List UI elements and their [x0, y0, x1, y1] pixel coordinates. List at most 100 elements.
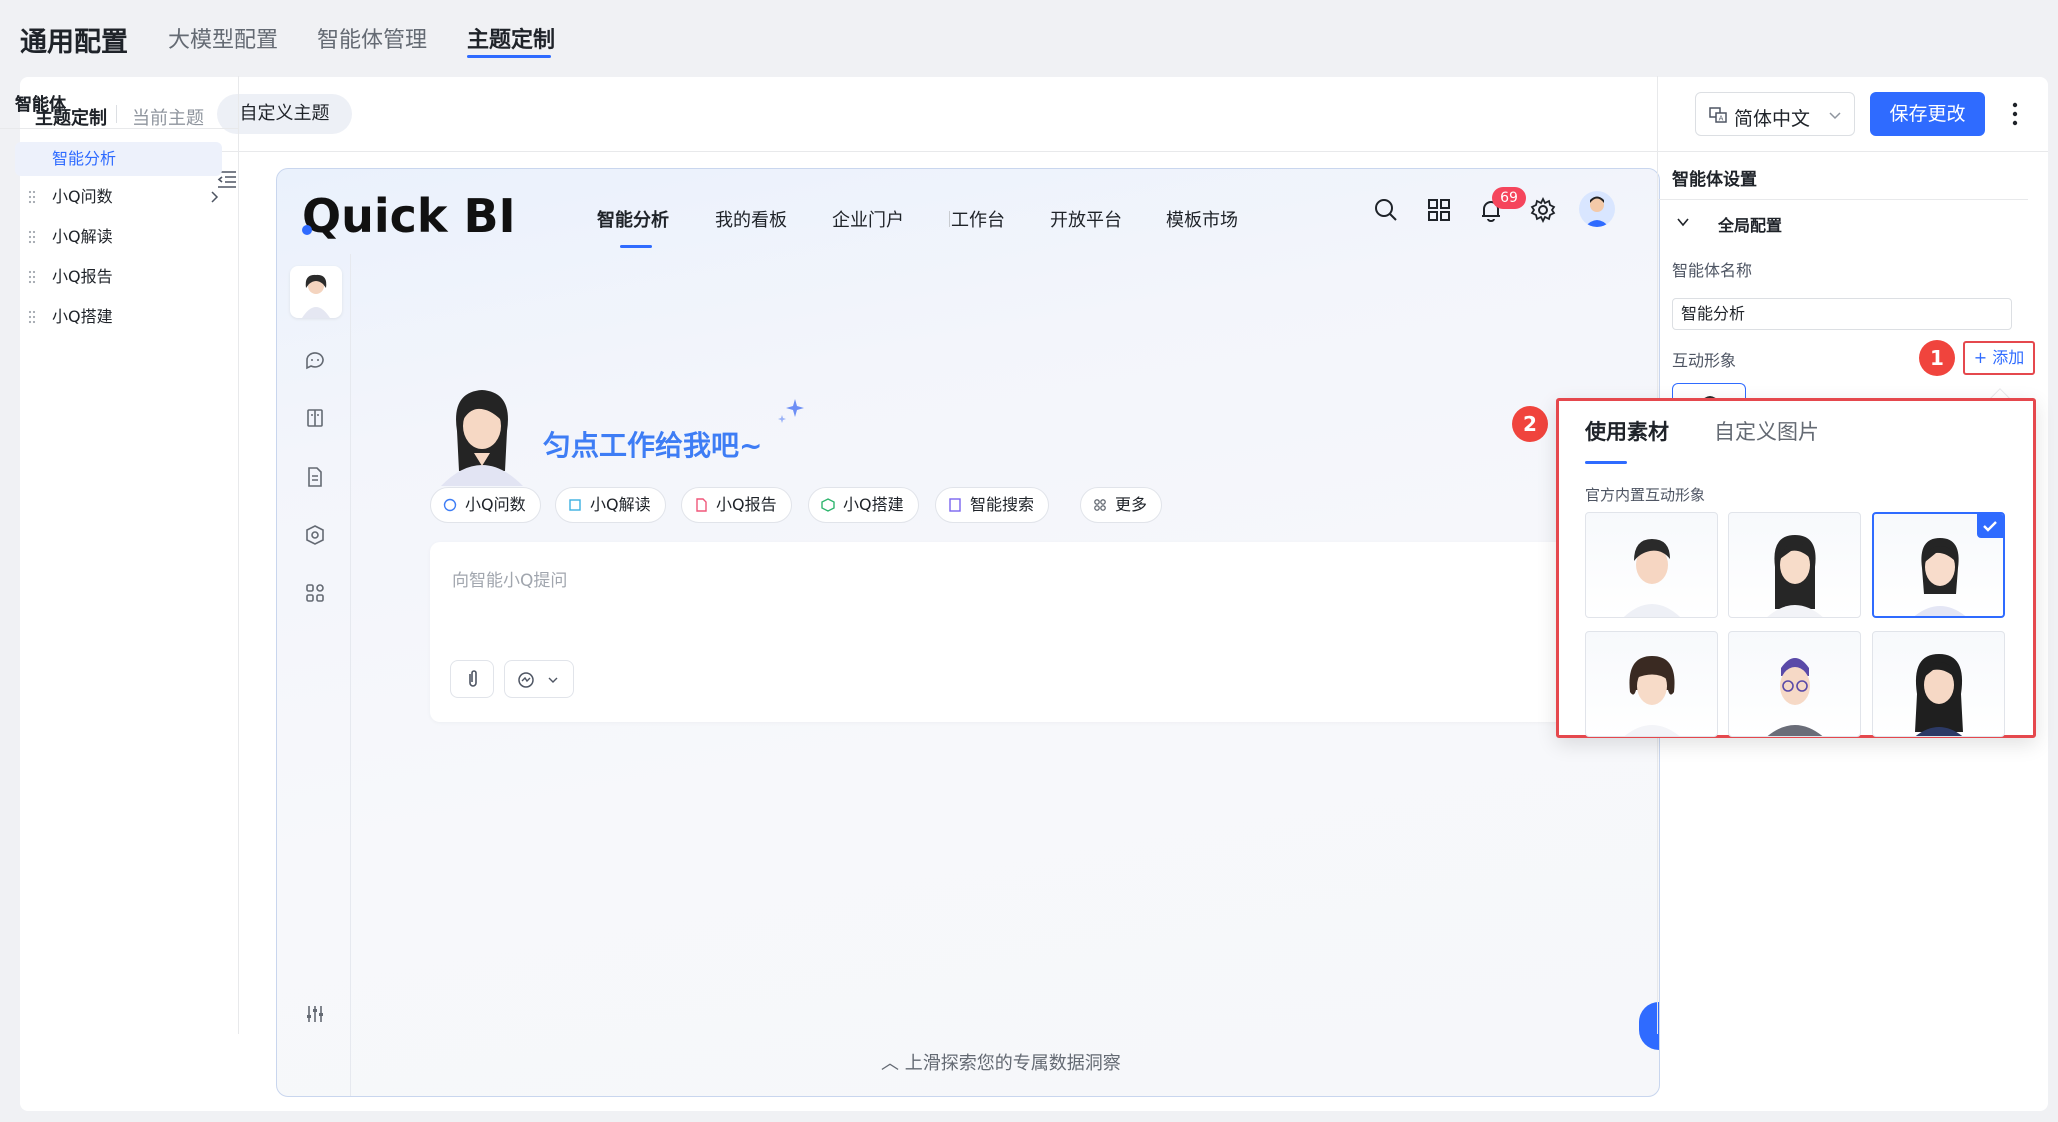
female-avatar-icon [1767, 658, 1823, 736]
report-icon[interactable] [304, 466, 326, 488]
divider [1657, 199, 2028, 200]
male-avatar-icon [1623, 539, 1681, 617]
female-avatar-icon [1624, 656, 1680, 736]
chip-label: 小Q解读 [590, 495, 651, 514]
preview-nav-portal[interactable]: 企业门户 [832, 206, 904, 232]
agent-item-label: 小Q解读 [52, 227, 113, 246]
drag-handle-icon[interactable] [28, 190, 36, 204]
question-placeholder: 向智能小Q提问 [452, 571, 568, 591]
global-config-section[interactable]: 全局配置 [1718, 212, 1782, 236]
chat-bot-icon[interactable] [304, 349, 326, 371]
agent-item-label: 小Q问数 [52, 187, 113, 206]
chip-label: 小Q搭建 [843, 495, 904, 514]
agent-item-xiaoq-query[interactable]: 小Q问数 [15, 180, 225, 214]
female-avatar-icon [1915, 654, 1963, 736]
agent-item-label: 小Q报告 [52, 267, 113, 286]
chip-xiaoq-interpret[interactable]: 小Q解读 [555, 487, 666, 523]
build-icon[interactable] [304, 524, 326, 546]
top-tab-bar: 通用配置 大模型配置 智能体管理 主题定制 [0, 0, 2058, 76]
logo-dot [302, 225, 312, 235]
chat-icon [443, 498, 457, 512]
preview-nav-smart-analysis[interactable]: 智能分析 [597, 206, 669, 232]
agent-item-xiaoq-build[interactable]: 小Q搭建 [15, 300, 225, 334]
paperclip-icon [469, 670, 477, 687]
chip-xiaoq-query[interactable]: 小Q问数 [430, 487, 541, 523]
tab-general-config[interactable]: 通用配置 [20, 20, 128, 59]
hero-avatar [441, 390, 523, 486]
chip-label: 小Q报告 [716, 495, 777, 514]
attach-button[interactable] [450, 660, 494, 698]
female-avatar-icon [1767, 535, 1823, 617]
report-icon [696, 498, 707, 512]
grid-icon [1094, 499, 1106, 511]
chevron-right-icon[interactable] [209, 191, 219, 203]
assistant-avatar[interactable] [290, 266, 342, 318]
chip-smart-search[interactable]: 智能搜索 [935, 487, 1050, 523]
gear-icon[interactable] [1529, 196, 1557, 224]
tab-model-config[interactable]: 大模型配置 [168, 22, 278, 54]
agent-list-panel: 智能体 智能分析 小Q问数 小Q解读 小Q报告 小Q搭建 [0, 76, 239, 1034]
nav-divider [949, 211, 950, 227]
chip-label: 小Q问数 [465, 495, 526, 514]
tab-custom-image[interactable]: 自定义图片 [1714, 416, 1819, 446]
tab-use-material[interactable]: 使用素材 [1585, 416, 1669, 446]
build-icon [821, 498, 835, 512]
preview-nav-open-platform[interactable]: 开放平台 [1050, 206, 1122, 232]
sparkle-icon [778, 399, 804, 423]
preview-sidebar [277, 254, 351, 1096]
user-avatar[interactable] [1579, 191, 1615, 227]
agent-settings-title: 智能体设置 [1672, 170, 1757, 190]
apps-grid-icon[interactable] [1425, 196, 1453, 224]
chip-xiaoq-report[interactable]: 小Q报告 [681, 487, 792, 523]
search-doc-icon [949, 498, 961, 512]
agent-list-title: 智能体 [15, 95, 66, 115]
avatar-option-male[interactable] [1585, 512, 1718, 618]
builtin-avatars-label: 官方内置互动形象 [1585, 486, 1706, 504]
avatar-option-female-selected[interactable] [1872, 512, 2005, 618]
chevron-down-icon[interactable] [1676, 216, 1690, 228]
quickbi-logo: Quick BI [302, 189, 516, 243]
popover-tab-indicator [1585, 461, 1627, 464]
tab-theme-custom[interactable]: 主题定制 [467, 22, 555, 54]
step-badge-1: 1 [1919, 340, 1955, 376]
interactive-avatar-label: 互动形象 [1672, 351, 1737, 370]
notification-badge: 69 [1492, 187, 1526, 209]
chip-more[interactable]: 更多 [1080, 487, 1163, 523]
active-tab-indicator [467, 55, 551, 58]
avatar-option-female-long[interactable] [1728, 512, 1861, 618]
chip-label: 智能搜索 [970, 495, 1035, 514]
avatar-option-female-wavy[interactable] [1872, 631, 2005, 737]
book-icon [569, 499, 581, 511]
preview-nav-template-market[interactable]: 模板市场 [1166, 206, 1238, 232]
drag-handle-icon[interactable] [28, 270, 36, 284]
theme-preview: Quick BI 智能分析 我的看板 企业门户 工作台 开放平台 模板市场 69… [276, 168, 1660, 1097]
drag-handle-icon[interactable] [28, 230, 36, 244]
chip-xiaoq-build[interactable]: 小Q搭建 [808, 487, 919, 523]
agent-name-label: 智能体名称 [1672, 261, 1753, 280]
tab-agent-management[interactable]: 智能体管理 [317, 22, 427, 54]
scroll-hint: ︿ 上滑探索您的专属数据洞察 [881, 1053, 1121, 1074]
female-avatar-icon [1914, 538, 1966, 616]
divider [0, 128, 239, 129]
preview-nav-my-dashboard[interactable]: 我的看板 [715, 206, 787, 232]
drag-handle-icon[interactable] [28, 310, 36, 324]
apps-icon[interactable] [304, 582, 326, 604]
selected-check-icon [1977, 514, 2003, 538]
avatar-option-female-bob[interactable] [1585, 631, 1718, 737]
avatar-option-female-glasses[interactable] [1728, 631, 1861, 737]
question-input[interactable]: 向智能小Q提问 [430, 542, 1640, 722]
sliders-icon[interactable] [305, 1004, 325, 1024]
agent-name-input[interactable]: 智能分析 [1672, 298, 2012, 330]
search-icon[interactable] [1372, 196, 1400, 224]
agent-item-label: 小Q搭建 [52, 307, 113, 326]
agent-root-smart-analysis[interactable]: 智能分析 [15, 142, 222, 176]
preview-nav-indicator [620, 245, 652, 248]
agent-item-xiaoq-interpret[interactable]: 小Q解读 [15, 220, 225, 254]
agent-item-xiaoq-report[interactable]: 小Q报告 [15, 260, 225, 294]
preview-nav-workbench[interactable]: 工作台 [951, 206, 1005, 232]
add-avatar-button[interactable]: + 添加 [1963, 341, 2035, 375]
step-badge-2: 2 [1512, 406, 1548, 442]
book-icon[interactable] [304, 407, 326, 429]
chevron-down-icon [548, 677, 558, 683]
model-select[interactable] [504, 660, 574, 698]
